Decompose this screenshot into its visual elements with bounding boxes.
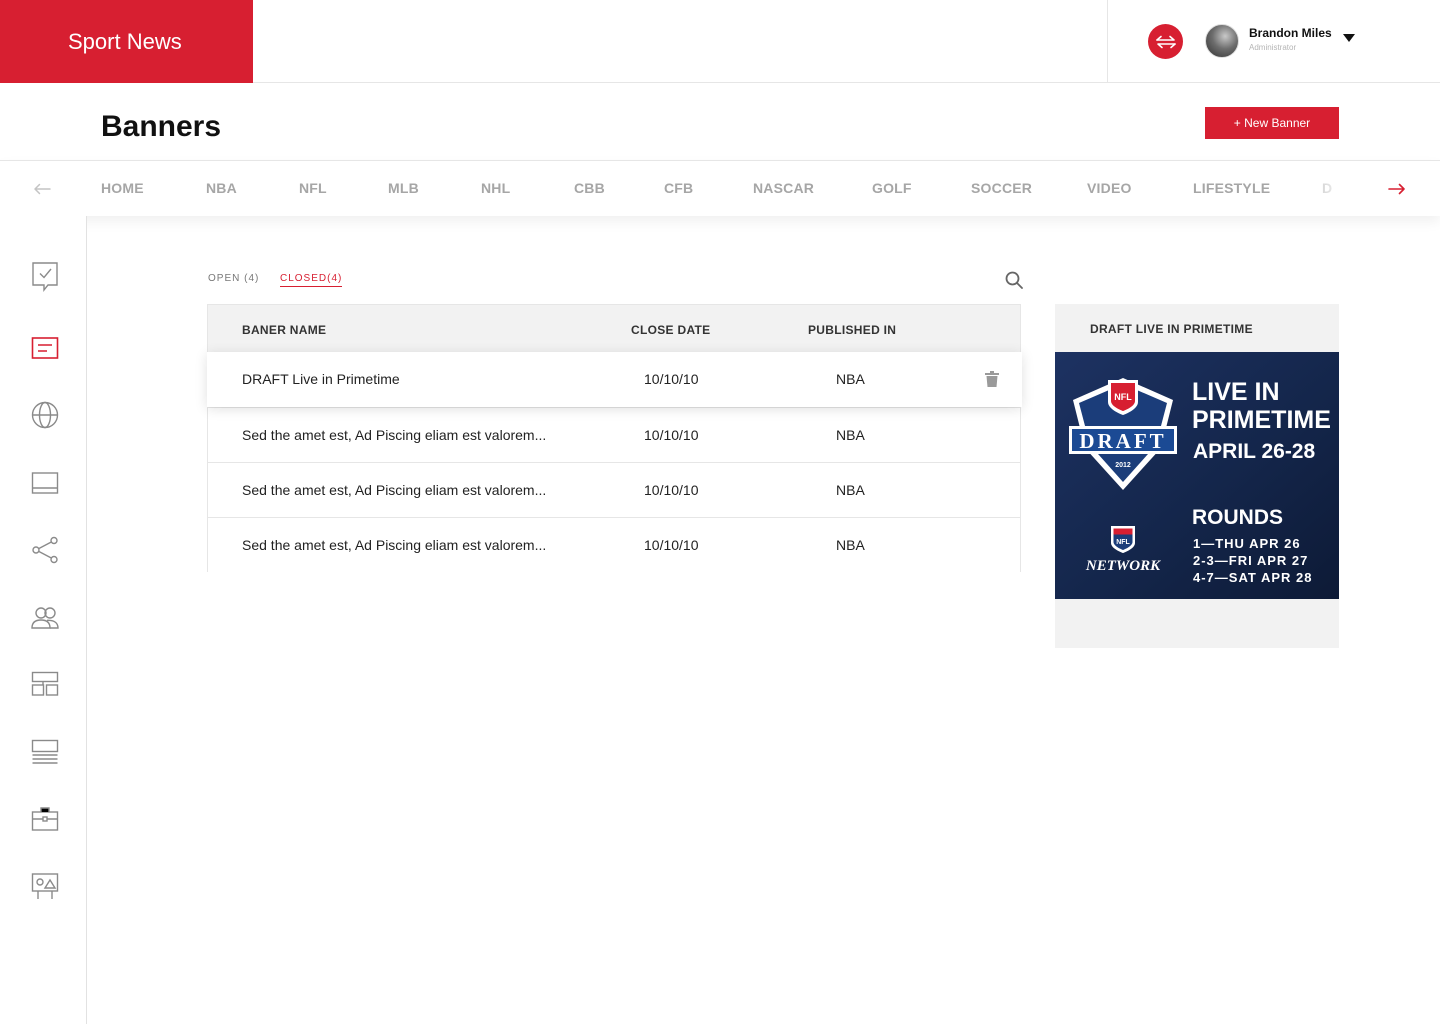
banner-rounds-title: ROUNDS	[1192, 506, 1283, 529]
top-bar: Sport News Brandon Miles Administrator	[0, 0, 1440, 83]
cell-date: 10/10/10	[644, 537, 699, 553]
table-row[interactable]: Sed the amet est, Ad Piscing eliam est v…	[208, 517, 1020, 572]
banner-headline-line2: PRIMETIME	[1192, 406, 1331, 434]
cell-date: 10/10/10	[644, 427, 699, 443]
sidebar-item-banners[interactable]	[29, 332, 61, 364]
cell-published: NBA	[836, 371, 865, 387]
users-icon	[31, 607, 59, 629]
sidebar-item-media[interactable]	[29, 870, 61, 902]
search-icon	[1005, 271, 1023, 289]
sidebar-item-tasks[interactable]	[29, 260, 61, 292]
table-row[interactable]: Sed the amet est, Ad Piscing eliam est v…	[208, 407, 1020, 462]
banners-table: BANER NAME CLOSE DATE PUBLISHED IN DRAFT…	[207, 304, 1022, 572]
banner-round-2: 2-3—FRI APR 27	[1193, 553, 1308, 568]
brand-logo[interactable]: Sport News	[0, 0, 253, 83]
banner-round-3: 4-7—SAT APR 28	[1193, 570, 1312, 585]
globe-icon	[31, 401, 59, 429]
switch-site-button[interactable]	[1148, 24, 1183, 59]
banner-round-1: 1—THU APR 26	[1193, 536, 1301, 551]
sidebar-item-list[interactable]	[29, 736, 61, 768]
arrow-right-icon	[1388, 183, 1405, 194]
table-row[interactable]: Sed the amet est, Ad Piscing eliam est v…	[208, 462, 1020, 517]
nav-fade	[1300, 161, 1370, 216]
nav-item-golf[interactable]: GOLF	[872, 161, 912, 216]
cell-name: Sed the amet est, Ad Piscing eliam est v…	[242, 482, 547, 498]
network-logo-nfl: NFL	[1116, 539, 1130, 546]
avatar[interactable]	[1205, 24, 1239, 58]
sidebar	[0, 216, 87, 1024]
nav-prev-button[interactable]	[22, 161, 62, 216]
category-nav: HOME NBA NFL MLB NHL CBB CFB NASCAR GOLF…	[0, 160, 1440, 216]
cell-name: Sed the amet est, Ad Piscing eliam est v…	[242, 537, 547, 553]
draft-logo-nfl: NFL	[1114, 392, 1132, 402]
draft-logo-year: 2012	[1115, 462, 1131, 469]
nav-item-nba[interactable]: NBA	[206, 161, 237, 216]
banner-preview-image[interactable]: NFL DRAFT 2012 NFL NETWORK LIVE IN PRIME…	[1055, 352, 1339, 599]
cell-name: Sed the amet est, Ad Piscing eliam est v…	[242, 427, 547, 443]
sidebar-item-share[interactable]	[29, 534, 61, 566]
swap-arrows-icon	[1155, 35, 1176, 48]
preview-title: DRAFT LIVE IN PRIMETIME	[1090, 322, 1253, 336]
sidebar-item-layout[interactable]	[29, 467, 61, 499]
nav-next-button[interactable]	[1377, 161, 1417, 216]
nav-item-video[interactable]: VIDEO	[1087, 161, 1132, 216]
user-role: Administrator	[1249, 43, 1297, 52]
sidebar-item-users[interactable]	[29, 602, 61, 634]
briefcase-icon	[31, 807, 59, 831]
share-icon	[32, 536, 58, 564]
sidebar-item-blocks[interactable]	[29, 668, 61, 700]
nav-item-cfb[interactable]: CFB	[664, 161, 693, 216]
nav-item-mlb[interactable]: MLB	[388, 161, 419, 216]
column-header-name[interactable]: BANER NAME	[242, 305, 326, 355]
user-name[interactable]: Brandon Miles	[1249, 26, 1332, 40]
cell-date: 10/10/10	[644, 371, 699, 387]
sidebar-item-global[interactable]	[29, 399, 61, 431]
cell-published: NBA	[836, 482, 865, 498]
trash-icon[interactable]	[985, 371, 999, 387]
banner-headline-line1: LIVE IN	[1192, 378, 1280, 406]
cell-published: NBA	[836, 537, 865, 553]
nav-item-nascar[interactable]: NASCAR	[753, 161, 814, 216]
draft-logo-word: DRAFT	[1079, 429, 1166, 453]
page-title: Banners	[101, 110, 222, 143]
new-banner-button[interactable]: + New Banner	[1205, 107, 1339, 139]
cell-name: DRAFT Live in Primetime	[242, 371, 400, 387]
chevron-down-icon[interactable]	[1343, 34, 1355, 42]
blocks-icon	[31, 671, 59, 696]
layout-icon	[31, 472, 59, 494]
column-header-published[interactable]: PUBLISHED IN	[808, 305, 896, 355]
nav-item-nfl[interactable]: NFL	[299, 161, 327, 216]
nav-item-nhl[interactable]: NHL	[481, 161, 510, 216]
tab-open[interactable]: OPEN (4)	[208, 273, 259, 284]
media-board-icon	[31, 873, 59, 899]
banner-preview-panel: DRAFT LIVE IN PRIMETIME NFL DRAFT 2012 N…	[1055, 304, 1339, 648]
network-logo-word: NETWORK	[1085, 558, 1161, 574]
sidebar-item-jobs[interactable]	[29, 803, 61, 835]
table-row[interactable]: DRAFT Live in Primetime 10/10/10 NBA	[207, 352, 1022, 407]
cell-date: 10/10/10	[644, 482, 699, 498]
column-header-date[interactable]: CLOSE DATE	[631, 305, 710, 355]
arrow-left-icon	[34, 183, 51, 194]
banner-dates: APRIL 26-28	[1193, 440, 1315, 463]
nav-item-lifestyle[interactable]: LIFESTYLE	[1193, 161, 1270, 216]
list-icon	[31, 739, 59, 764]
top-divider	[1107, 0, 1108, 82]
task-check-icon	[32, 262, 58, 292]
search-button[interactable]	[1004, 270, 1024, 290]
cell-published: NBA	[836, 427, 865, 443]
table-header: BANER NAME CLOSE DATE PUBLISHED IN	[208, 305, 1020, 352]
tab-closed[interactable]: CLOSED(4)	[280, 273, 343, 287]
nav-item-cbb[interactable]: CBB	[574, 161, 605, 216]
nav-item-soccer[interactable]: SOCCER	[971, 161, 1032, 216]
nav-item-home[interactable]: HOME	[101, 161, 144, 216]
banner-icon	[31, 337, 59, 359]
